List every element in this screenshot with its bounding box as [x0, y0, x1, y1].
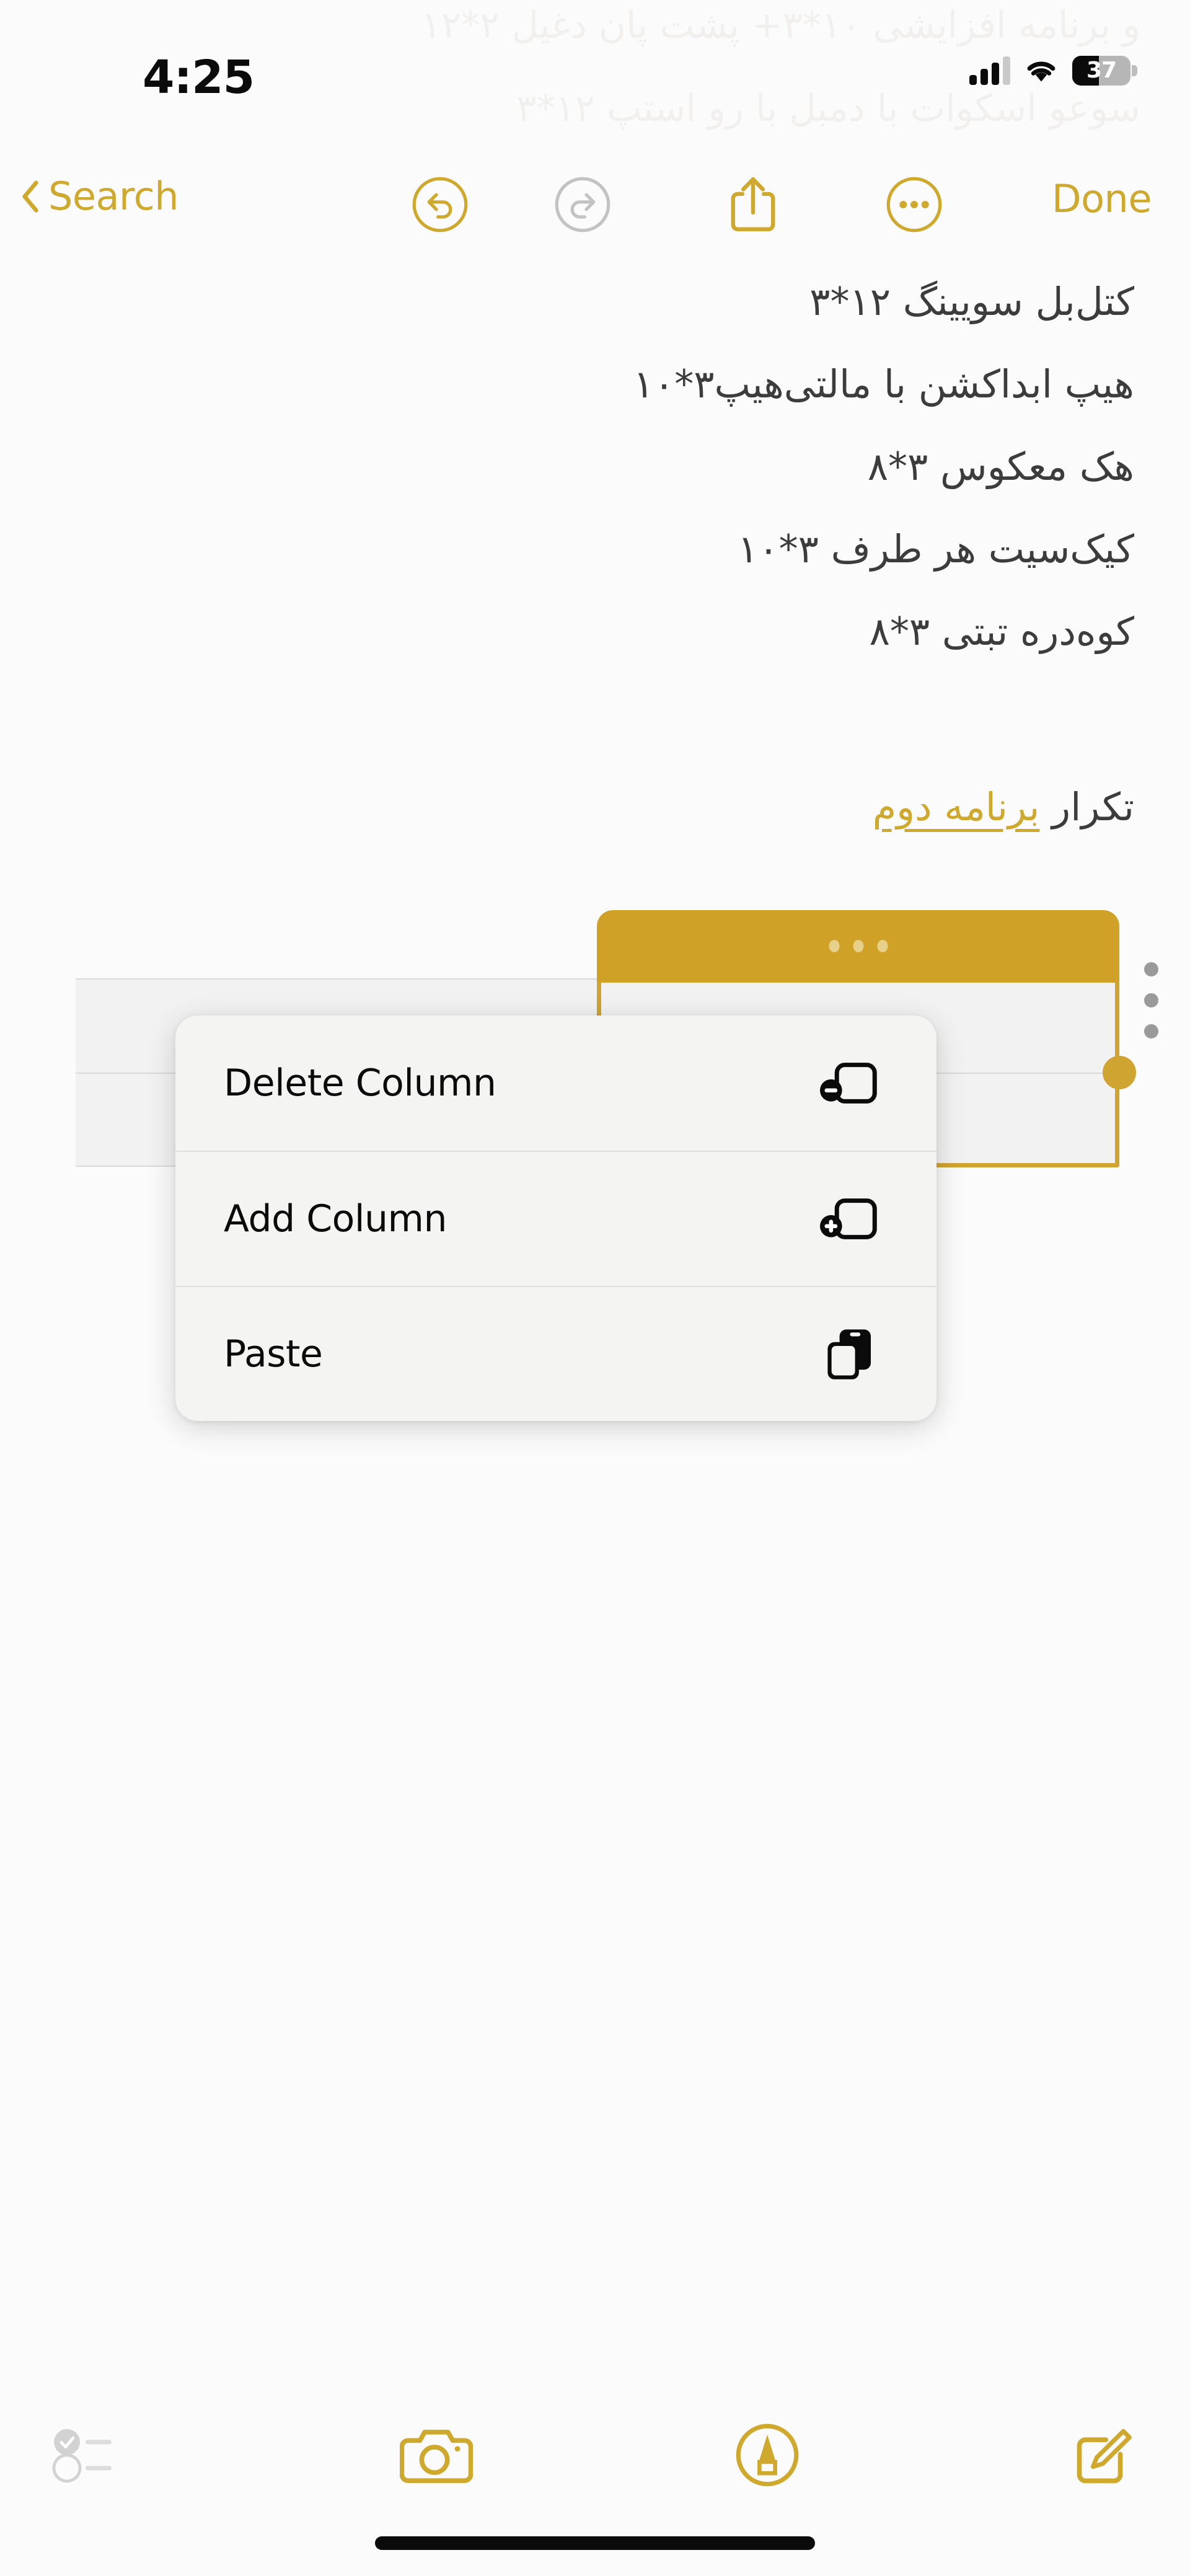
note-text-body[interactable]: کتل‌بل سویینگ ۱۲*۳ هیپ ابداکشن با مالتی‌… [0, 260, 1190, 848]
column-handle-dots-icon [829, 939, 888, 952]
camera-button[interactable] [381, 2409, 492, 2502]
navigation-toolbar: Search Done [0, 167, 1190, 248]
checklist-button[interactable] [37, 2409, 149, 2502]
undo-icon [412, 177, 468, 232]
redo-button[interactable] [545, 167, 620, 242]
menu-item-label: Paste [224, 1332, 323, 1376]
note-internal-link[interactable]: برنامه دوم [873, 784, 1040, 830]
undo-button[interactable] [403, 167, 477, 242]
ellipsis-circle-icon [886, 177, 942, 232]
menu-item-label: Add Column [224, 1197, 447, 1241]
notes-app-screen: و برنامه افزایشی ۱۰*۳+ پشت پان دغیل ۲*۱۲… [0, 0, 1190, 2576]
row-menu-dots-icon[interactable] [1144, 962, 1158, 1038]
battery-percent-label: 37 [1086, 58, 1117, 83]
status-bar: 4:25 37 [0, 0, 1190, 155]
battery-icon: 37 [1072, 56, 1137, 86]
status-bar-clock: 4:25 [143, 51, 255, 104]
compose-icon [1077, 2428, 1132, 2484]
checklist-icon [52, 2429, 112, 2483]
menu-item-paste[interactable]: Paste [175, 1286, 937, 1421]
redo-icon [555, 177, 610, 232]
status-bar-indicators: 37 [969, 56, 1137, 86]
done-button-label: Done [1051, 176, 1152, 221]
home-indicator [375, 2536, 815, 2550]
wifi-icon [1027, 61, 1056, 82]
delete-column-icon [814, 1055, 883, 1112]
table-context-menu: Delete Column Add Column Paste [175, 1016, 937, 1421]
note-line: هک معکوس ۳*۸ [867, 444, 1134, 489]
markup-button[interactable] [712, 2409, 823, 2502]
note-link-line: تکرار برنامه دوم [0, 767, 1134, 848]
bottom-toolbar [0, 2390, 1190, 2576]
menu-item-label: Delete Column [224, 1061, 496, 1105]
share-icon [731, 177, 775, 231]
markup-pen-icon [736, 2423, 799, 2487]
compose-new-note-button[interactable] [1047, 2409, 1159, 2502]
note-line: کتل‌بل سویینگ ۱۲*۳ [809, 279, 1134, 324]
note-line: کیک‌سیت هر طرف ۳*۱۰ [737, 526, 1134, 572]
done-button[interactable]: Done [1052, 176, 1152, 221]
column-resize-handle-icon[interactable] [1103, 1056, 1136, 1089]
note-line: کوه‌دره تبتی ۳*۸ [869, 609, 1134, 654]
add-column-icon [814, 1190, 883, 1247]
link-line-prefix: تکرار [1039, 784, 1134, 830]
menu-item-delete-column[interactable]: Delete Column [175, 1016, 937, 1151]
back-button-label: Search [48, 174, 179, 219]
back-to-search-button[interactable]: Search [21, 174, 179, 219]
chevron-left-icon [22, 180, 38, 213]
camera-icon [400, 2430, 473, 2483]
paste-icon [814, 1326, 883, 1383]
share-button[interactable] [716, 167, 790, 242]
cellular-bars-icon [969, 56, 1010, 85]
column-drag-handle[interactable] [597, 910, 1119, 981]
menu-item-add-column[interactable]: Add Column [175, 1151, 937, 1286]
more-options-button[interactable] [877, 167, 951, 242]
note-line: هیپ ابداکشن با مالتی‌هیپ۳*۱۰ [633, 361, 1134, 407]
